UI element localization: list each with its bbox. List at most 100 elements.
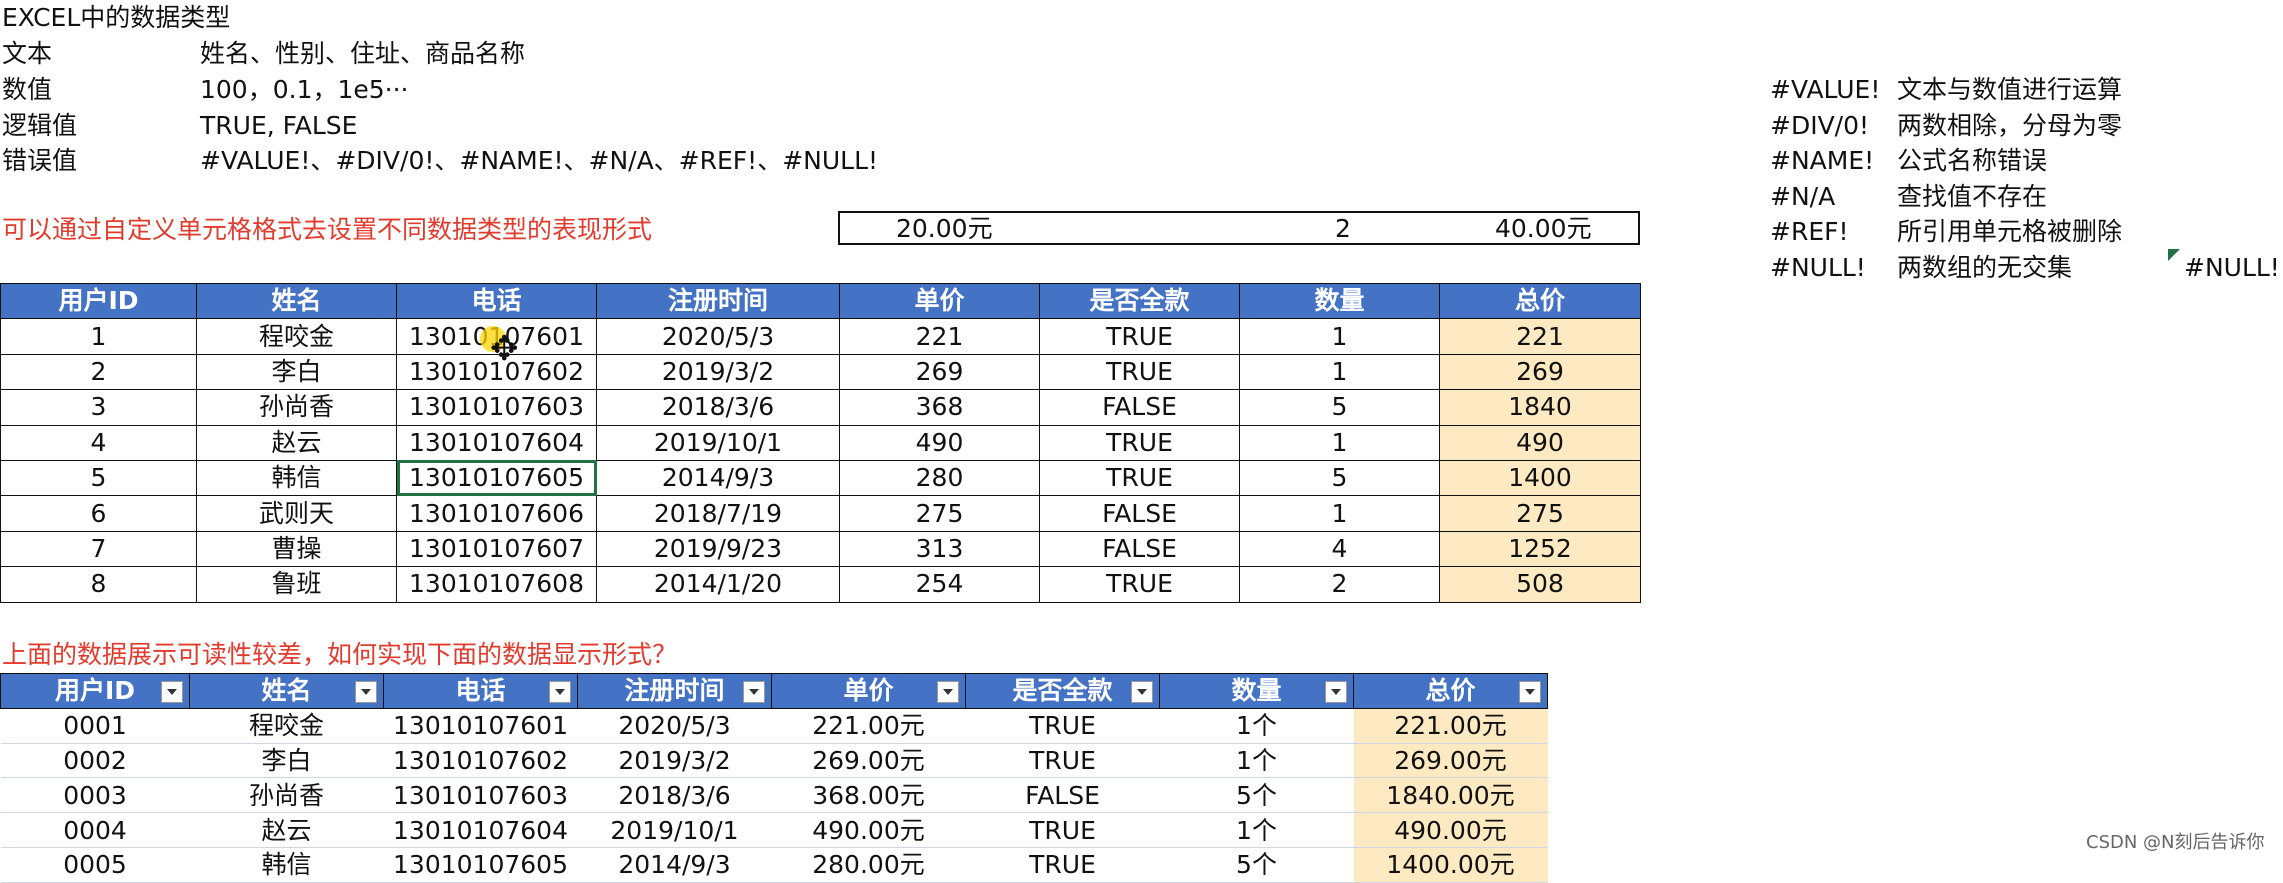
cell[interactable]: 2 [1239, 566, 1440, 603]
total-cell[interactable]: 221 [1439, 318, 1641, 355]
cell[interactable]: 1 [1239, 424, 1440, 461]
cell[interactable]: 254 [839, 566, 1040, 603]
cell[interactable]: FALSE [1039, 495, 1240, 532]
filter-dropdown-icon[interactable] [1325, 681, 1347, 703]
cell[interactable]: 1 [1239, 353, 1440, 391]
cell[interactable]: 5 [1239, 459, 1440, 497]
cell[interactable]: 368 [839, 389, 1040, 426]
cell[interactable]: 程咬金 [196, 318, 397, 355]
cell[interactable]: 2018/3/6 [596, 389, 840, 426]
cell[interactable]: 5个 [1159, 847, 1354, 883]
total-cell[interactable]: 221.00元 [1353, 708, 1548, 744]
cell[interactable]: TRUE [965, 812, 1160, 848]
header-cell[interactable]: 姓名 [196, 282, 397, 320]
cell[interactable]: 1 [1239, 495, 1440, 532]
header-cell[interactable]: 用户ID [0, 673, 190, 709]
cell[interactable]: 2019/3/2 [596, 353, 840, 391]
total-cell[interactable]: 269 [1439, 353, 1641, 391]
cell[interactable]: 13010107607 [396, 530, 597, 568]
cell[interactable]: 赵云 [189, 812, 384, 848]
cell[interactable]: 程咬金 [189, 708, 384, 744]
cell[interactable]: 鲁班 [196, 566, 397, 603]
cell[interactable]: FALSE [965, 777, 1160, 814]
cell[interactable]: 1个 [1159, 743, 1354, 779]
cell[interactable]: 李白 [196, 353, 397, 391]
cell[interactable]: 0005 [0, 847, 190, 883]
filter-dropdown-icon[interactable] [743, 681, 765, 703]
cell[interactable]: 孙尚香 [189, 777, 384, 814]
cell[interactable]: 221 [839, 318, 1040, 355]
cell[interactable]: 275 [839, 495, 1040, 532]
null-error-cell[interactable]: #NULL! [2184, 250, 2280, 286]
cell[interactable]: TRUE [1039, 353, 1240, 391]
header-cell[interactable]: 是否全款 [1039, 282, 1240, 320]
cell[interactable]: 6 [0, 495, 197, 532]
cell[interactable]: 3 [0, 389, 197, 426]
total-cell[interactable]: 490 [1439, 424, 1641, 461]
cell[interactable]: 490.00元 [771, 812, 966, 848]
cell[interactable]: 13010107602 [383, 743, 578, 779]
cell[interactable]: TRUE [965, 847, 1160, 883]
cell[interactable]: 韩信 [189, 847, 384, 883]
cell[interactable]: 0003 [0, 777, 190, 814]
cell[interactable]: 1 [0, 318, 197, 355]
cell[interactable]: 4 [1239, 530, 1440, 568]
cell[interactable]: 313 [839, 530, 1040, 568]
total-cell[interactable]: 508 [1439, 566, 1641, 603]
cell[interactable]: TRUE [1039, 424, 1240, 461]
cell[interactable]: 2018/3/6 [577, 777, 772, 814]
cell[interactable]: 2019/9/23 [596, 530, 840, 568]
header-cell[interactable]: 单价 [839, 282, 1040, 320]
cell[interactable]: 5 [0, 459, 197, 497]
cell[interactable]: 0001 [0, 708, 190, 744]
cell[interactable]: 5 [1239, 389, 1440, 426]
cell[interactable]: 1个 [1159, 812, 1354, 848]
cell[interactable]: 韩信 [196, 459, 397, 497]
header-cell[interactable]: 单价 [771, 673, 966, 709]
cell[interactable]: 13010107601 [383, 708, 578, 744]
cell[interactable]: 269.00元 [771, 743, 966, 779]
cell[interactable]: 269 [839, 353, 1040, 391]
cell[interactable]: 2020/5/3 [577, 708, 772, 744]
total-cell[interactable]: 1840.00元 [1353, 777, 1548, 814]
total-cell[interactable]: 269.00元 [1353, 743, 1548, 779]
cell[interactable]: 13010107608 [396, 566, 597, 603]
cell[interactable]: 2014/9/3 [577, 847, 772, 883]
cell[interactable]: 13010107604 [396, 424, 597, 461]
header-cell[interactable]: 注册时间 [577, 673, 772, 709]
cell[interactable]: 368.00元 [771, 777, 966, 814]
cell[interactable]: TRUE [965, 708, 1160, 744]
filter-dropdown-icon[interactable] [161, 681, 183, 703]
cell[interactable]: 2020/5/3 [596, 318, 840, 355]
cell[interactable]: 赵云 [196, 424, 397, 461]
header-cell[interactable]: 注册时间 [596, 282, 840, 320]
header-cell[interactable]: 数量 [1159, 673, 1354, 709]
cell[interactable]: TRUE [1039, 566, 1240, 603]
cell[interactable]: 2019/3/2 [577, 743, 772, 779]
header-cell[interactable]: 电话 [383, 673, 578, 709]
cell[interactable]: 2014/9/3 [596, 459, 840, 497]
cell[interactable]: 7 [0, 530, 197, 568]
cell[interactable]: 2 [0, 353, 197, 391]
total-cell[interactable]: 1400 [1439, 459, 1641, 497]
cell[interactable]: 0004 [0, 812, 190, 848]
header-cell[interactable]: 电话 [396, 282, 597, 320]
cell[interactable]: 1个 [1159, 708, 1354, 744]
cell[interactable]: 武则天 [196, 495, 397, 532]
total-cell[interactable]: 1840 [1439, 389, 1641, 426]
cell[interactable]: TRUE [965, 743, 1160, 779]
header-cell[interactable]: 数量 [1239, 282, 1440, 320]
cell[interactable]: 13010107605 [383, 847, 578, 883]
cell[interactable]: TRUE [1039, 318, 1240, 355]
cell[interactable]: 李白 [189, 743, 384, 779]
cell[interactable]: 13010107604 [383, 812, 578, 848]
filter-dropdown-icon[interactable] [937, 681, 959, 703]
cell[interactable]: 280.00元 [771, 847, 966, 883]
cell[interactable]: 13010107603 [396, 389, 597, 426]
header-cell[interactable]: 姓名 [189, 673, 384, 709]
cell[interactable]: 5个 [1159, 777, 1354, 814]
cell[interactable]: 孙尚香 [196, 389, 397, 426]
cell[interactable]: 4 [0, 424, 197, 461]
cell[interactable]: 2019/10/1 [596, 424, 840, 461]
cell[interactable]: 490 [839, 424, 1040, 461]
